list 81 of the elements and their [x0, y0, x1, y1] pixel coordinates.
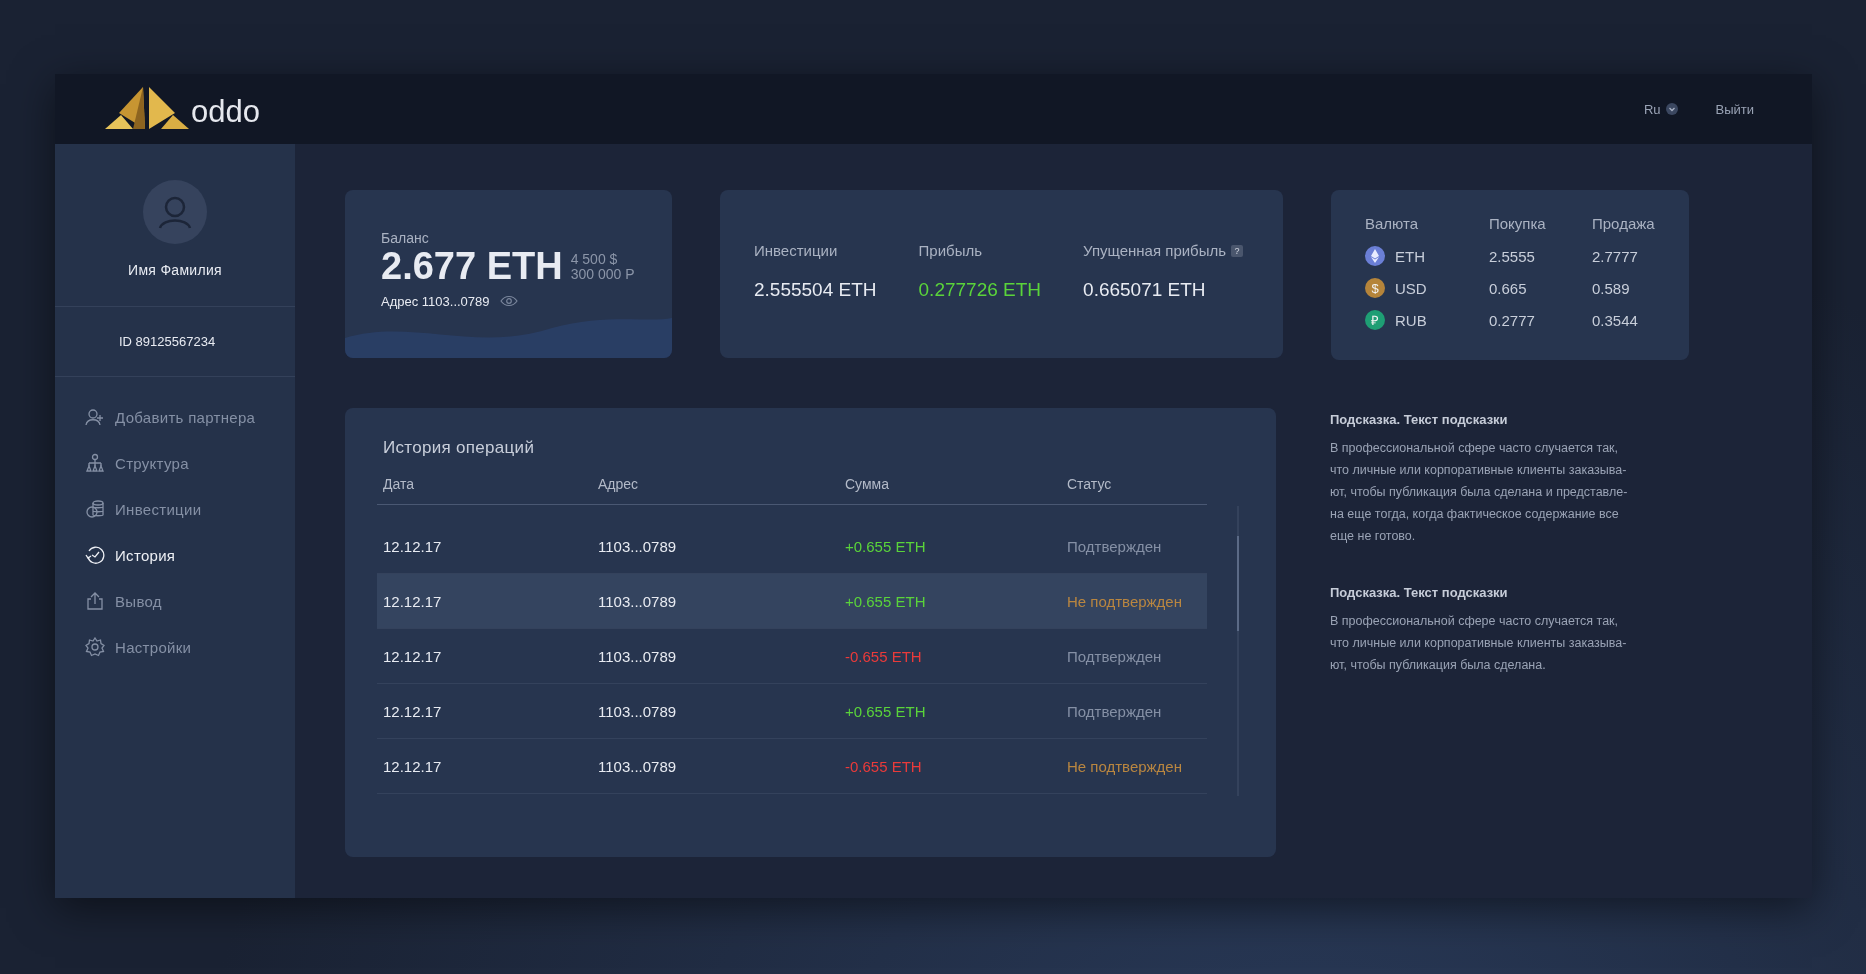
date-cell-text: 12.12.17	[383, 757, 443, 775]
user-id: ID 89125567234	[119, 334, 216, 349]
hint-title: Подсказка. Текст подсказки	[1330, 412, 1509, 427]
date-cell-text: 12.12.17	[383, 702, 443, 720]
status-cell-text: Не подтвержден	[1067, 592, 1183, 610]
stat-label: Инвестиции	[754, 242, 838, 259]
status-cell-text: Не подтвержден	[1067, 757, 1183, 775]
stat-label: Упущенная прибыль	[1083, 242, 1227, 259]
address-cell-text: 1103...0789	[598, 647, 678, 665]
language-dropdown[interactable]: Ru	[1643, 101, 1678, 117]
logout-link[interactable]: Выйти	[1715, 101, 1754, 117]
balance-amount: 2.677 ETH	[381, 246, 563, 288]
coins-icon	[85, 499, 105, 519]
column-header: Адрес	[598, 476, 640, 492]
address-cell-text: 1103...0789	[598, 757, 678, 775]
sell-rate: 2.7777	[1592, 247, 1639, 265]
amount-cell-text: +0.655 ETH	[845, 537, 927, 555]
column-header: Покупка	[1489, 215, 1547, 232]
column-header: Сумма	[845, 476, 890, 492]
nav-item[interactable]: История	[85, 545, 295, 565]
amount-cell-text: +0.655 ETH	[845, 702, 927, 720]
wallet-address: Адрес 1103...0789	[381, 293, 490, 309]
user-name: Имя Фамилия	[128, 262, 222, 278]
column-header: Валюта	[1365, 215, 1420, 232]
upload-icon	[85, 591, 105, 611]
buy-rate: 0.665	[1489, 279, 1528, 297]
table-row[interactable]: 12.12.17 1103...0789 -0.655 ETH Не подтвержден	[377, 739, 1207, 794]
table-row[interactable]: 12.12.17 1103...0789 +0.655 ETH Не подтвержден	[377, 574, 1207, 629]
currency-code: ETH	[1395, 247, 1425, 265]
nav-item[interactable]: Вывод	[85, 591, 295, 611]
address-cell-text: 1103...0789	[598, 592, 678, 610]
date-cell-text: 12.12.17	[383, 647, 443, 665]
hint-text: В профессиональной сфере часто случается так, что личные или корпоративные клиенты заказыва- ют, чтобы публикация была сделана и представле- на еще тогда, когда фактическое содержание все еще не готово.	[1330, 440, 1629, 545]
eye-icon[interactable]	[499, 295, 518, 308]
column-header: Статус	[1067, 476, 1113, 492]
sell-rate: 0.589	[1592, 279, 1631, 297]
date-cell-text: 12.12.17	[383, 592, 443, 610]
nav-item[interactable]: Добавить партнера	[85, 407, 295, 427]
status-cell-text: Подтвержден	[1067, 647, 1163, 665]
help-badge[interactable]: ?	[1231, 244, 1244, 257]
status-cell-text: Подтвержден	[1067, 537, 1163, 555]
currency-code: RUB	[1395, 311, 1427, 329]
chevron-down-icon	[1665, 103, 1678, 115]
nav-item[interactable]: Инвестиции	[85, 499, 295, 519]
status-cell-text: Подтвержден	[1067, 702, 1163, 720]
avatar-icon	[143, 180, 207, 244]
currency-code: USD	[1395, 279, 1427, 297]
table-row[interactable]: 12.12.17 1103...0789 +0.655 ETH Подтвержден	[377, 684, 1207, 739]
hint-title: Подсказка. Текст подсказки	[1330, 585, 1509, 600]
stat-value: 0.277726 ETH	[918, 279, 1042, 301]
amount-cell-text: +0.655 ETH	[845, 592, 927, 610]
hint-text: В профессиональной сфере часто случается так, что личные или корпоративные клиенты заказыва- ют, чтобы публикация была сделана.	[1330, 613, 1628, 674]
hierarchy-icon	[85, 453, 105, 473]
history-title: История операций	[383, 438, 535, 457]
history-icon	[85, 545, 105, 565]
logo-text: oddo	[191, 96, 260, 127]
amount-cell-text: -0.655 ETH	[845, 757, 923, 775]
column-header: Дата	[383, 476, 415, 492]
balance-label: Баланс	[381, 230, 430, 246]
usd-value: 4 500 $	[570, 252, 619, 267]
pyramid-logo-icon	[105, 87, 189, 131]
address-cell-text: 1103...0789	[598, 537, 678, 555]
stat-value: 0.665071 ETH	[1083, 279, 1207, 301]
nav-item[interactable]: Настройки	[85, 637, 295, 657]
buy-rate: 0.2777	[1489, 311, 1536, 329]
sell-rate: 0.3544	[1592, 311, 1639, 329]
table-row[interactable]: 12.12.17 1103...0789 -0.655 ETH Подтвержден	[377, 629, 1207, 684]
scrollbar[interactable]	[1237, 506, 1239, 796]
currency-badge: ₽	[1365, 310, 1385, 330]
address-cell-text: 1103...0789	[598, 702, 678, 720]
add-user-icon	[85, 407, 105, 427]
stat-value: 2.555504 ETH	[754, 279, 877, 301]
currency-badge: $	[1365, 278, 1385, 298]
rub-value: 300 000 Р	[570, 266, 635, 282]
column-header: Продажа	[1592, 215, 1656, 232]
date-cell-text: 12.12.17	[383, 537, 443, 555]
amount-cell-text: -0.655 ETH	[845, 647, 923, 665]
settings-icon	[85, 637, 105, 657]
buy-rate: 2.5555	[1489, 247, 1536, 265]
nav-item[interactable]: Структура	[85, 453, 295, 473]
stat-label: Прибыль	[918, 242, 982, 259]
